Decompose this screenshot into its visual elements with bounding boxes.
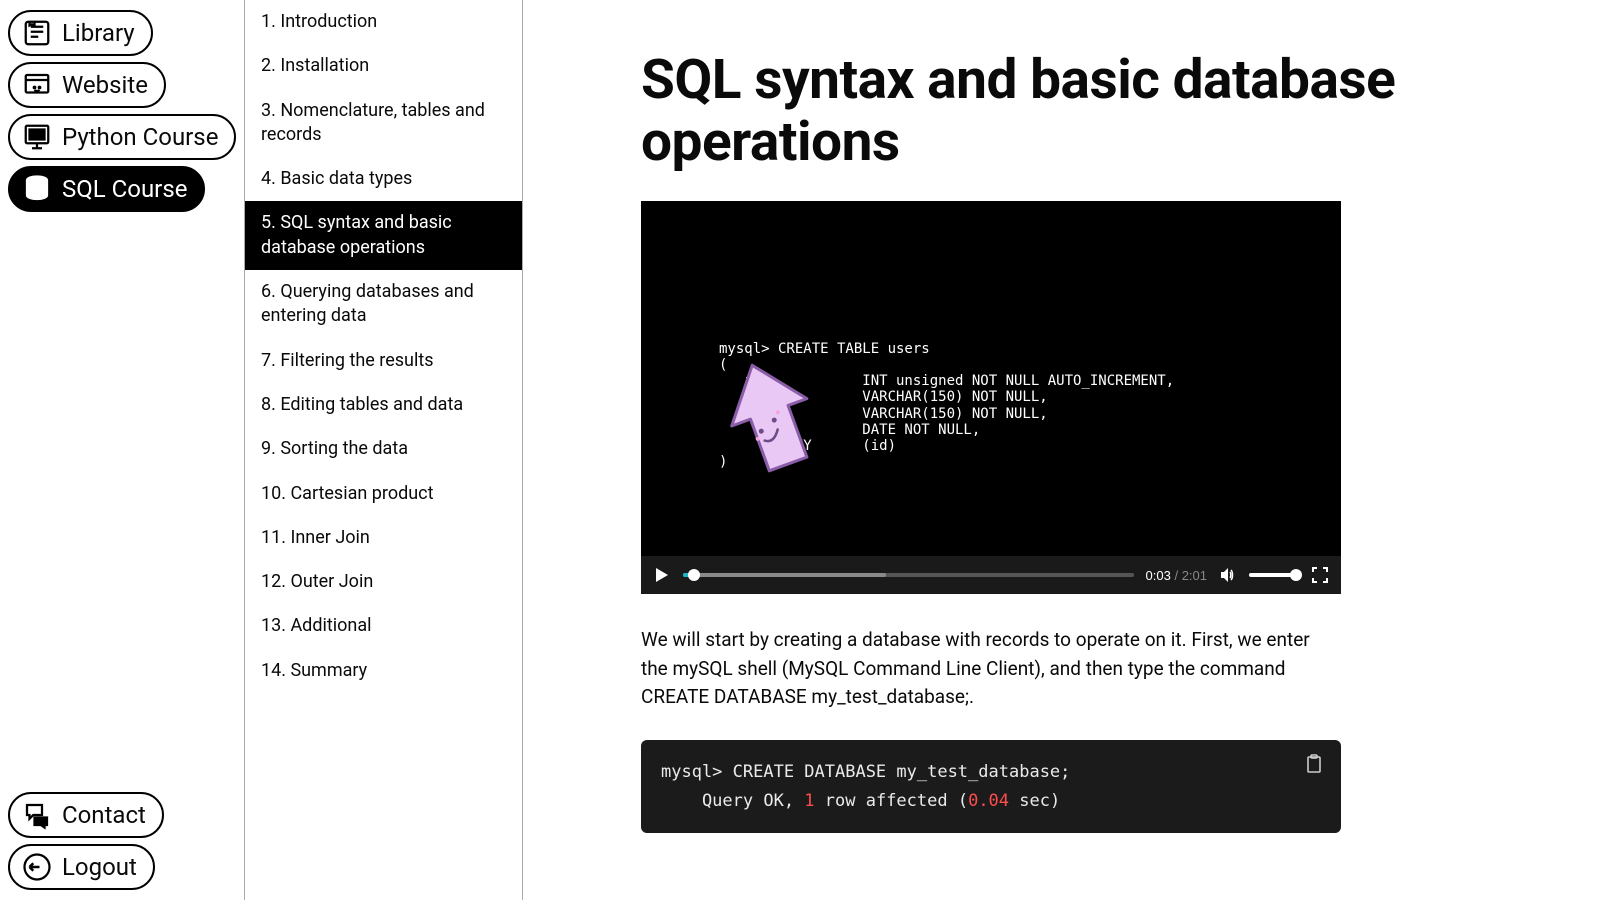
code-line: Query OK, [661, 791, 804, 811]
nav-sql-course[interactable]: SQL Course [8, 166, 205, 212]
nav-library[interactable]: Library [8, 10, 153, 56]
code-line: sec) [1009, 791, 1060, 811]
nav-logout[interactable]: Logout [8, 844, 155, 890]
copy-icon[interactable] [1305, 754, 1323, 774]
current-time: 0:03 [1146, 568, 1171, 583]
term-line: ( [719, 357, 1341, 373]
nav-bottom-group: Contact Logout [8, 792, 236, 890]
nav-website[interactable]: Website [8, 62, 166, 108]
toc-item-5[interactable]: 5. SQL syntax and basic database operati… [245, 201, 522, 270]
code-num: 0.04 [968, 791, 1009, 811]
chat-icon [22, 800, 52, 830]
code-num: 1 [804, 791, 814, 811]
time-display: 0:03 / 2:01 [1146, 568, 1207, 583]
nav-label: Library [62, 19, 135, 47]
toc-item-4[interactable]: 4. Basic data types [245, 157, 522, 201]
volume-knob[interactable] [1290, 569, 1302, 581]
code-line: mysql> CREATE DATABASE my_test_database; [661, 762, 1070, 782]
toc-item-6[interactable]: 6. Querying databases and entering data [245, 270, 522, 339]
video-player[interactable]: mysql> CREATE TABLE users ( id INT unsig… [641, 201, 1341, 594]
toc-item-2[interactable]: 2. Installation [245, 44, 522, 88]
nav-label: Python Course [62, 123, 218, 151]
nav-python-course[interactable]: Python Course [8, 114, 236, 160]
nav-top-group: Library Website Python Course SQL Course [8, 10, 236, 212]
desktop-icon [22, 122, 52, 152]
toc-item-10[interactable]: 10. Cartesian product [245, 472, 522, 516]
toc-item-14[interactable]: 14. Summary [245, 649, 522, 693]
video-controls: 0:03 / 2:01 [641, 556, 1341, 594]
video-frame: mysql> CREATE TABLE users ( id INT unsig… [641, 201, 1341, 556]
toc-item-12[interactable]: 12. Outer Join [245, 560, 522, 604]
page-title: SQL syntax and basic database operations [641, 50, 1520, 173]
volume-icon[interactable] [1219, 566, 1237, 584]
toc-item-11[interactable]: 11. Inner Join [245, 516, 522, 560]
buffer-bar [683, 573, 886, 577]
volume-slider[interactable] [1249, 573, 1299, 577]
toc-item-1[interactable]: 1. Introduction [245, 0, 522, 44]
lesson-content: SQL syntax and basic database operations… [523, 0, 1600, 900]
library-icon [22, 18, 52, 48]
nav-label: SQL Course [62, 175, 187, 203]
lesson-toc: 1. Introduction 2. Installation 3. Nomen… [244, 0, 523, 900]
term-line: mysql> CREATE TABLE users [719, 341, 1341, 357]
fullscreen-icon[interactable] [1311, 566, 1329, 584]
seek-knob[interactable] [688, 569, 700, 581]
play-button[interactable] [653, 566, 671, 584]
code-block: mysql> CREATE DATABASE my_test_database;… [641, 740, 1341, 834]
primary-nav: Library Website Python Course SQL Course [0, 0, 244, 900]
nav-contact[interactable]: Contact [8, 792, 164, 838]
code-line: row affected ( [815, 791, 969, 811]
nav-label: Contact [62, 801, 146, 829]
lesson-paragraph: We will start by creating a database wit… [641, 626, 1341, 712]
toc-item-3[interactable]: 3. Nomenclature, tables and records [245, 89, 522, 158]
nav-label: Website [62, 71, 148, 99]
toc-item-8[interactable]: 8. Editing tables and data [245, 383, 522, 427]
duration: 2:01 [1182, 568, 1207, 583]
toc-item-9[interactable]: 9. Sorting the data [245, 427, 522, 471]
toc-item-13[interactable]: 13. Additional [245, 604, 522, 648]
toc-item-7[interactable]: 7. Filtering the results [245, 339, 522, 383]
website-icon [22, 70, 52, 100]
database-icon [22, 174, 52, 204]
nav-label: Logout [62, 853, 137, 881]
seek-bar[interactable] [683, 573, 1134, 577]
logout-icon [22, 852, 52, 882]
